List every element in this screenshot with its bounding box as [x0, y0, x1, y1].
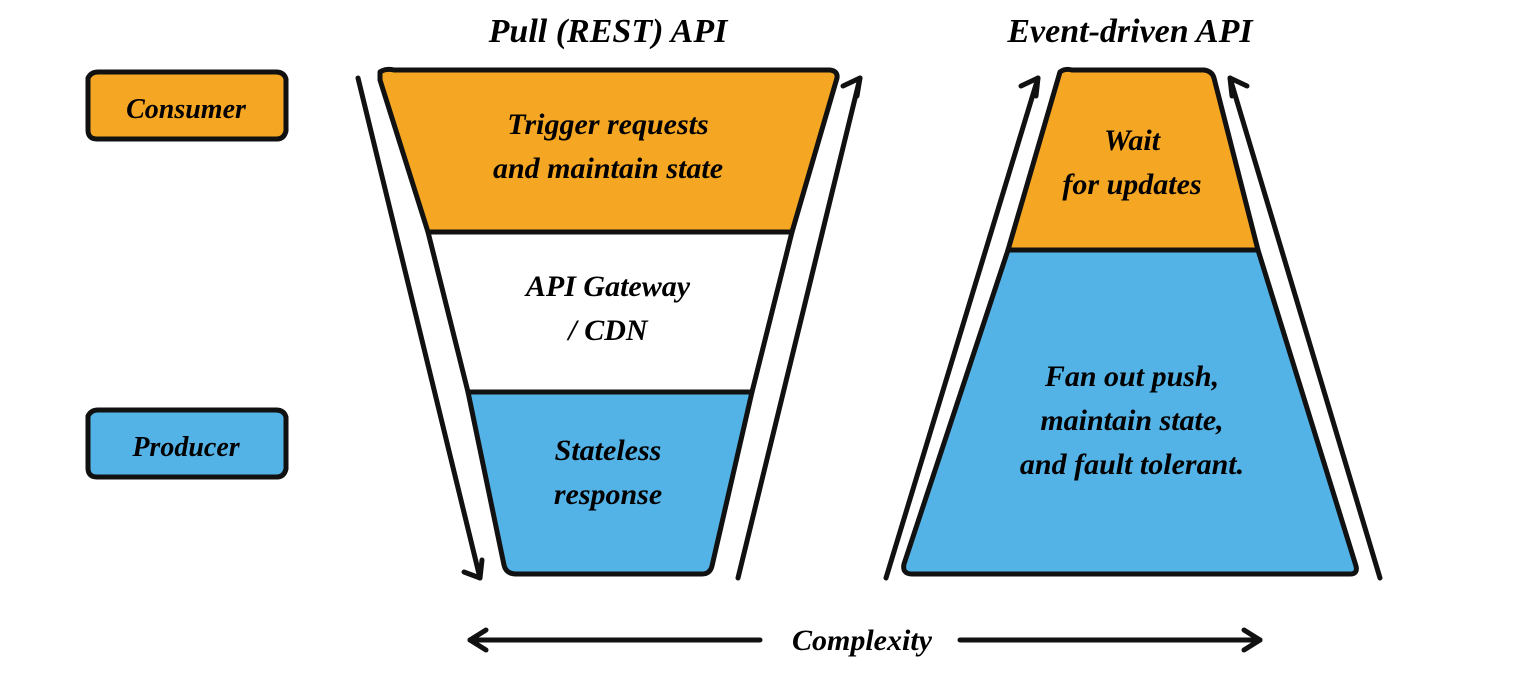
- right-title: Event-driven API: [1006, 13, 1254, 50]
- role-producer-label: Producer: [131, 432, 240, 463]
- left-bot-line1: Stateless: [555, 434, 662, 467]
- right-top-line2: for updates: [1062, 168, 1201, 201]
- left-mid-line2: / CDN: [566, 314, 649, 347]
- left-bot-line2: response: [554, 478, 662, 511]
- right-bot-line2: maintain state,: [1040, 404, 1223, 437]
- right-bot-line3: and fault tolerant.: [1020, 448, 1244, 481]
- left-top-line2: and maintain state: [493, 152, 723, 185]
- left-top-line1: Trigger requests: [507, 108, 708, 141]
- role-consumer-label: Consumer: [126, 94, 247, 125]
- right-pyramid: Wait for updates Fan out push, maintain …: [904, 69, 1357, 574]
- role-producer-tag: Producer: [88, 410, 286, 477]
- right-bot-line1: Fan out push,: [1044, 360, 1219, 393]
- right-top-line1: Wait: [1104, 124, 1162, 157]
- left-mid-line1: API Gateway: [524, 270, 691, 303]
- complexity-label: Complexity: [792, 624, 933, 657]
- left-title: Pull (REST) API: [488, 13, 729, 50]
- diagram-canvas: Consumer Producer Pull (REST) API Event-…: [0, 0, 1520, 694]
- role-consumer-tag: Consumer: [88, 72, 286, 139]
- left-funnel: Trigger requests and maintain state API …: [380, 69, 837, 574]
